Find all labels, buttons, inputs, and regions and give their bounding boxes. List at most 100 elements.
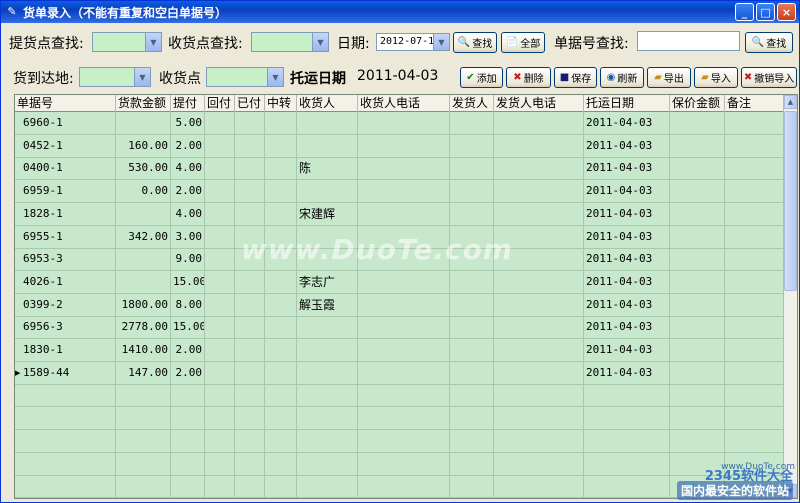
- table-cell[interactable]: [205, 316, 235, 340]
- scroll-up-icon[interactable]: ▲: [784, 95, 797, 109]
- table-cell[interactable]: [494, 157, 584, 181]
- table-cell[interactable]: [297, 361, 358, 385]
- table-cell[interactable]: [297, 180, 358, 204]
- table-cell[interactable]: [116, 202, 171, 226]
- table-cell[interactable]: 6955-1: [15, 225, 116, 249]
- table-cell[interactable]: 1800.00: [116, 293, 171, 317]
- column-header[interactable]: 托运日期: [584, 95, 670, 112]
- table-cell[interactable]: 9.00: [171, 248, 205, 272]
- maximize-button[interactable]: □: [756, 3, 775, 21]
- table-cell[interactable]: [670, 270, 725, 294]
- table-cell[interactable]: [265, 180, 297, 204]
- scroll-thumb[interactable]: [784, 111, 797, 291]
- table-cell[interactable]: [358, 112, 450, 135]
- table-cell[interactable]: [358, 361, 450, 385]
- chevron-down-icon[interactable]: ▼: [145, 33, 161, 51]
- table-row[interactable]: 0400-1 530.00 4.00 陈 2011-04-03: [15, 157, 785, 181]
- column-header[interactable]: 单据号: [15, 95, 116, 112]
- refresh-button[interactable]: ◉ 刷新: [600, 67, 644, 88]
- chevron-down-icon[interactable]: ▼: [312, 33, 328, 51]
- column-header[interactable]: 回付: [205, 95, 235, 112]
- column-header[interactable]: 提付: [171, 95, 205, 112]
- table-cell[interactable]: 4.00: [171, 202, 205, 226]
- column-header[interactable]: 已付: [235, 95, 265, 112]
- table-cell[interactable]: [116, 248, 171, 272]
- arrival-select[interactable]: ▼: [79, 67, 151, 87]
- docno-search-input[interactable]: [637, 31, 740, 51]
- table-cell[interactable]: [494, 180, 584, 204]
- table-cell[interactable]: [670, 316, 725, 340]
- table-cell[interactable]: [450, 202, 494, 226]
- chevron-down-icon[interactable]: ▼: [134, 68, 150, 86]
- table-cell[interactable]: [670, 339, 725, 362]
- table-cell[interactable]: [725, 270, 785, 294]
- table-cell[interactable]: [265, 316, 297, 340]
- table-cell[interactable]: 1830-1: [15, 339, 116, 362]
- table-cell[interactable]: [265, 339, 297, 362]
- table-cell[interactable]: [297, 112, 358, 135]
- table-cell[interactable]: 2011-04-03: [584, 293, 670, 317]
- column-header[interactable]: 发货人电话: [494, 95, 584, 112]
- table-cell[interactable]: 2.00: [171, 339, 205, 362]
- table-cell[interactable]: 2011-04-03: [584, 270, 670, 294]
- pickup-search-select[interactable]: ▼: [92, 32, 162, 52]
- table-cell[interactable]: [205, 157, 235, 181]
- table-cell[interactable]: [670, 361, 725, 385]
- table-cell[interactable]: 0400-1: [15, 157, 116, 181]
- table-cell[interactable]: [205, 225, 235, 249]
- table-cell[interactable]: [265, 202, 297, 226]
- table-cell[interactable]: [358, 339, 450, 362]
- table-cell[interactable]: 342.00: [116, 225, 171, 249]
- table-cell[interactable]: [358, 293, 450, 317]
- table-cell[interactable]: [725, 157, 785, 181]
- table-cell[interactable]: 3.00: [171, 225, 205, 249]
- table-cell[interactable]: [450, 316, 494, 340]
- table-row[interactable]: 0452-1 160.00 2.00 2011-04-03: [15, 134, 785, 158]
- table-cell[interactable]: 李志广: [297, 270, 358, 294]
- table-cell[interactable]: [205, 180, 235, 204]
- table-cell[interactable]: [494, 270, 584, 294]
- export-button[interactable]: ▰ 导出: [647, 67, 691, 88]
- table-cell[interactable]: 2778.00: [116, 316, 171, 340]
- chevron-down-icon[interactable]: ▼: [433, 34, 449, 50]
- add-button[interactable]: ✔ 添加: [460, 67, 503, 88]
- table-cell[interactable]: [235, 134, 265, 158]
- table-cell[interactable]: [494, 293, 584, 317]
- table-row[interactable]: 1828-1 4.00 宋建辉 2011-04-03: [15, 202, 785, 226]
- table-cell[interactable]: 2011-04-03: [584, 339, 670, 362]
- table-cell[interactable]: [205, 361, 235, 385]
- receiving-select[interactable]: ▼: [206, 67, 284, 87]
- table-cell[interactable]: [670, 225, 725, 249]
- column-header[interactable]: 发货人: [450, 95, 494, 112]
- table-cell[interactable]: [265, 293, 297, 317]
- table-cell[interactable]: [358, 270, 450, 294]
- table-cell[interactable]: 160.00: [116, 134, 171, 158]
- table-cell[interactable]: [235, 112, 265, 135]
- table-cell[interactable]: [670, 293, 725, 317]
- vertical-scrollbar[interactable]: ▲ ▼: [783, 95, 797, 498]
- minimize-button[interactable]: _: [735, 3, 754, 21]
- table-row[interactable]: 6956-3 2778.00 15.00 2011-04-03: [15, 316, 785, 340]
- table-cell[interactable]: [725, 180, 785, 204]
- chevron-down-icon[interactable]: ▼: [267, 68, 283, 86]
- table-cell[interactable]: [235, 202, 265, 226]
- table-cell[interactable]: [494, 339, 584, 362]
- table-cell[interactable]: 2011-04-03: [584, 134, 670, 158]
- table-cell[interactable]: [725, 225, 785, 249]
- table-cell[interactable]: 1410.00: [116, 339, 171, 362]
- table-cell[interactable]: [265, 270, 297, 294]
- table-cell[interactable]: [205, 339, 235, 362]
- column-header[interactable]: 中转: [265, 95, 297, 112]
- column-header[interactable]: 货款金额: [116, 95, 171, 112]
- table-cell[interactable]: [358, 157, 450, 181]
- table-cell[interactable]: [116, 270, 171, 294]
- table-cell[interactable]: 15.00: [171, 270, 205, 294]
- table-cell[interactable]: 2011-04-03: [584, 202, 670, 226]
- table-cell[interactable]: [235, 339, 265, 362]
- table-cell[interactable]: [205, 248, 235, 272]
- table-cell[interactable]: 530.00: [116, 157, 171, 181]
- table-cell[interactable]: [450, 180, 494, 204]
- save-button[interactable]: ■ 保存: [554, 67, 597, 88]
- table-cell[interactable]: [450, 157, 494, 181]
- table-cell[interactable]: [725, 134, 785, 158]
